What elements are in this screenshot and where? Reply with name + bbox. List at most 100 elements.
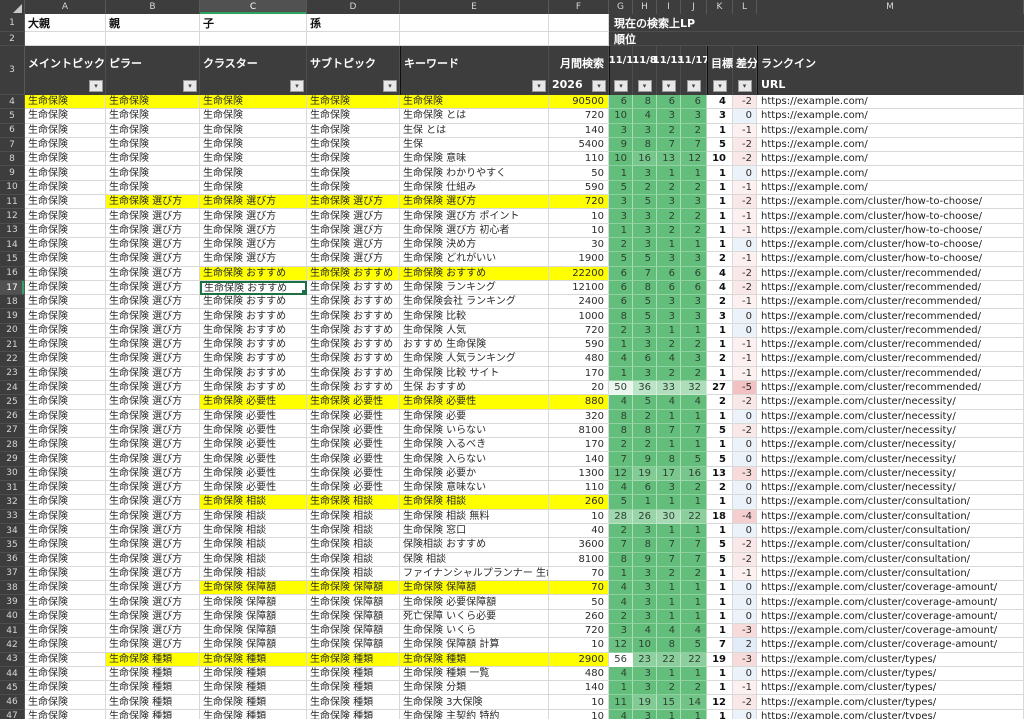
cell-M30[interactable]: https://example.com/cluster/necessity/ [757, 467, 1024, 481]
cell-F27[interactable]: 8100 [549, 424, 609, 438]
cell-E11[interactable]: 生命保険 選び方 [400, 195, 549, 209]
cell-M47[interactable]: https://example.com/cluster/types/ [757, 710, 1024, 719]
column-header-K[interactable]: K [707, 0, 733, 14]
cell-H27[interactable]: 8 [633, 424, 657, 438]
cell-B31[interactable]: 生命保険 選び方 [106, 481, 200, 495]
cell-F24[interactable]: 20 [549, 381, 609, 395]
cell-J43[interactable]: 22 [681, 653, 707, 667]
cell-L24[interactable]: -5 [733, 381, 757, 395]
header-cell-monthly-search[interactable]: 月間検索 2026 ▾ [549, 46, 609, 95]
cell-G28[interactable]: 2 [609, 438, 633, 452]
cell-E43[interactable]: 生命保険 種類 [400, 653, 549, 667]
cell-I27[interactable]: 7 [657, 424, 681, 438]
cell-C39[interactable]: 生命保険 保障額 [200, 595, 307, 609]
cell-E19[interactable]: 生命保険 比較 [400, 309, 549, 323]
cell-J37[interactable]: 2 [681, 567, 707, 581]
cell-A13[interactable]: 生命保険 [25, 224, 106, 238]
row-header-47[interactable]: 47 [0, 710, 25, 719]
select-all-corner[interactable] [0, 0, 25, 14]
cell-G25[interactable]: 4 [609, 395, 633, 409]
cell-G5[interactable]: 10 [609, 109, 633, 123]
cell-I16[interactable]: 6 [657, 267, 681, 281]
row-header-28[interactable]: 28 [0, 438, 25, 452]
cell-D2[interactable] [307, 32, 400, 46]
header-cell-keyword[interactable]: キーワード ▾ [400, 46, 549, 95]
cell-B39[interactable]: 生命保険 選び方 [106, 595, 200, 609]
cell-E16[interactable]: 生命保険 おすすめ [400, 267, 549, 281]
cell-C4[interactable]: 生命保険 [200, 95, 307, 109]
cell-H41[interactable]: 4 [633, 624, 657, 638]
cell-C5[interactable]: 生命保険 [200, 109, 307, 123]
cell-J35[interactable]: 7 [681, 538, 707, 552]
row-header-38[interactable]: 38 [0, 581, 25, 595]
cell-B43[interactable]: 生命保険 種類 [106, 653, 200, 667]
cell-L46[interactable]: -2 [733, 695, 757, 709]
cell-B34[interactable]: 生命保険 選び方 [106, 524, 200, 538]
cell-F8[interactable]: 110 [549, 152, 609, 166]
cell-J12[interactable]: 2 [681, 209, 707, 223]
cell-A32[interactable]: 生命保険 [25, 495, 106, 509]
cell-F39[interactable]: 50 [549, 595, 609, 609]
cell-L20[interactable]: 0 [733, 324, 757, 338]
cell-L25[interactable]: -2 [733, 395, 757, 409]
cell-A8[interactable]: 生命保険 [25, 152, 106, 166]
filter-button-G[interactable]: ▾ [614, 80, 628, 92]
cell-B25[interactable]: 生命保険 選び方 [106, 395, 200, 409]
cell-M13[interactable]: https://example.com/cluster/how-to-choos… [757, 224, 1024, 238]
cell-F34[interactable]: 40 [549, 524, 609, 538]
cell-G9[interactable]: 1 [609, 166, 633, 180]
cell-H28[interactable]: 2 [633, 438, 657, 452]
cell-M4[interactable]: https://example.com/ [757, 95, 1024, 109]
cell-J40[interactable]: 1 [681, 610, 707, 624]
cell-J6[interactable]: 2 [681, 124, 707, 138]
cell-I8[interactable]: 13 [657, 152, 681, 166]
cell-K17[interactable]: 4 [707, 281, 733, 295]
cell-F28[interactable]: 170 [549, 438, 609, 452]
cell-E26[interactable]: 生命保険 必要 [400, 410, 549, 424]
cell-A18[interactable]: 生命保険 [25, 295, 106, 309]
cell-A4[interactable]: 生命保険 [25, 95, 106, 109]
cell-I23[interactable]: 2 [657, 367, 681, 381]
filter-button-I[interactable]: ▾ [662, 80, 676, 92]
cell-G34[interactable]: 2 [609, 524, 633, 538]
cell-L36[interactable]: -2 [733, 553, 757, 567]
cell-H43[interactable]: 23 [633, 653, 657, 667]
cell-C32[interactable]: 生命保険 相談 [200, 495, 307, 509]
cell-M34[interactable]: https://example.com/cluster/consultation… [757, 524, 1024, 538]
cell-F20[interactable]: 720 [549, 324, 609, 338]
cell-C16[interactable]: 生命保険 おすすめ [200, 267, 307, 281]
cell-I28[interactable]: 1 [657, 438, 681, 452]
cell-J38[interactable]: 1 [681, 581, 707, 595]
cell-G6[interactable]: 3 [609, 124, 633, 138]
cell-L10[interactable]: -1 [733, 181, 757, 195]
cell-B35[interactable]: 生命保険 選び方 [106, 538, 200, 552]
cell-B47[interactable]: 生命保険 種類 [106, 710, 200, 719]
cell-L13[interactable]: -1 [733, 224, 757, 238]
cell-H38[interactable]: 3 [633, 581, 657, 595]
cell-F32[interactable]: 260 [549, 495, 609, 509]
filter-button-L[interactable]: ▾ [738, 80, 752, 92]
filter-button-K[interactable]: ▾ [713, 80, 727, 92]
cell-A23[interactable]: 生命保険 [25, 367, 106, 381]
row-header-18[interactable]: 18 [0, 295, 25, 309]
cell-J8[interactable]: 12 [681, 152, 707, 166]
cell-E14[interactable]: 生命保険 決め方 [400, 238, 549, 252]
row-header-46[interactable]: 46 [0, 695, 25, 709]
row-header-12[interactable]: 12 [0, 209, 25, 223]
cell-B14[interactable]: 生命保険 選び方 [106, 238, 200, 252]
cell-K45[interactable]: 1 [707, 681, 733, 695]
cell-D43[interactable]: 生命保険 種類 [307, 653, 400, 667]
cell-D46[interactable]: 生命保険 種類 [307, 695, 400, 709]
cell-C14[interactable]: 生命保険 選び方 [200, 238, 307, 252]
cell-K36[interactable]: 5 [707, 553, 733, 567]
cell-C43[interactable]: 生命保険 種類 [200, 653, 307, 667]
cell-B17[interactable]: 生命保険 選び方 [106, 281, 200, 295]
row-header-26[interactable]: 26 [0, 410, 25, 424]
cell-K46[interactable]: 12 [707, 695, 733, 709]
cell-K25[interactable]: 2 [707, 395, 733, 409]
cell-D17[interactable]: 生命保険 おすすめ [307, 281, 400, 295]
filter-button-E[interactable]: ▾ [532, 80, 546, 92]
cell-H15[interactable]: 5 [633, 252, 657, 266]
cell-M15[interactable]: https://example.com/cluster/how-to-choos… [757, 252, 1024, 266]
cell-C31[interactable]: 生命保険 必要性 [200, 481, 307, 495]
